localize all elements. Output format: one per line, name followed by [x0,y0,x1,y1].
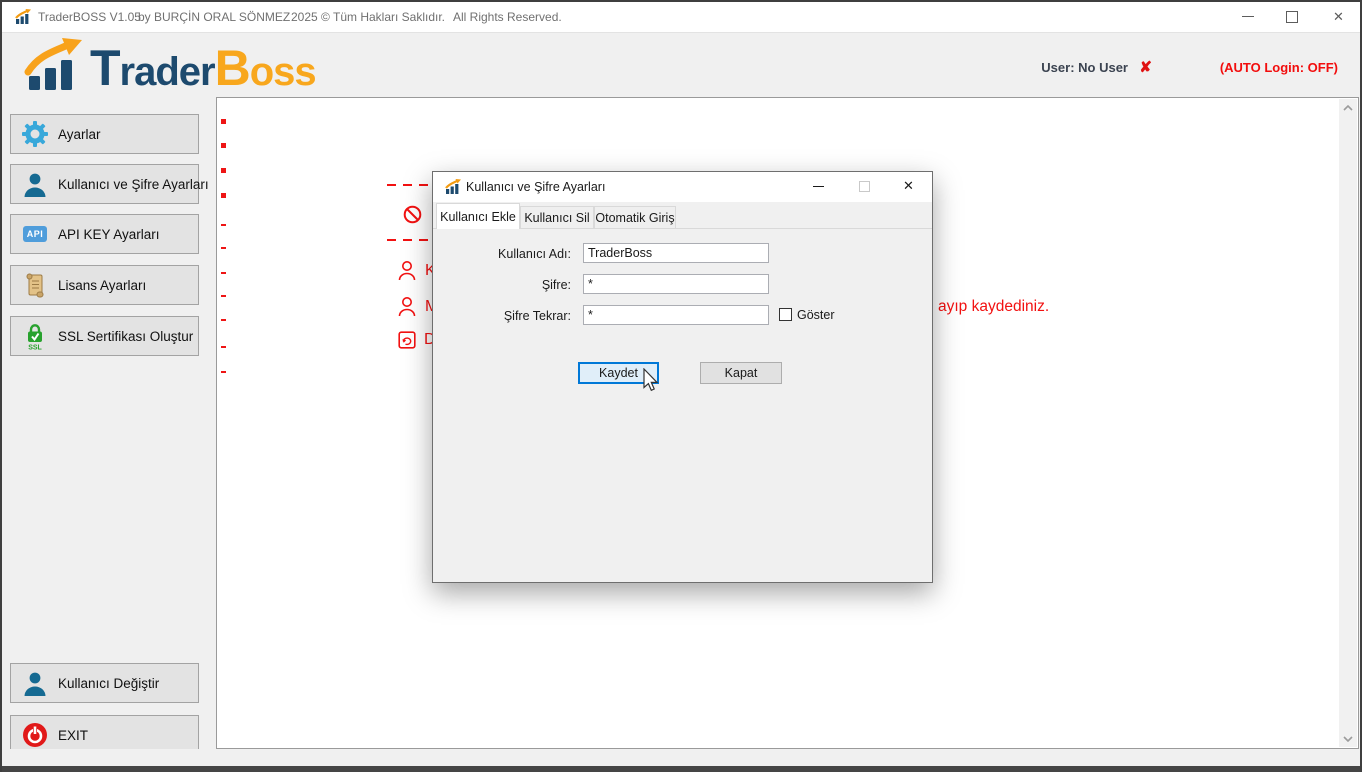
app-header: TraderBoss User: No User ✘ (AUTO Login: … [2,33,1360,97]
app-logo-wordmark: TraderBoss [90,39,316,97]
auto-login-status: (AUTO Login: OFF) [1220,60,1338,75]
dialog-titlebar[interactable]: Kullanıcı ve Şifre Ayarları ✕ [433,172,932,202]
sidebar-item-kullanici-sifre[interactable]: Kullanıcı ve Şifre Ayarları [10,164,199,204]
sidebar-item-label: Kullanıcı Değiştir [58,676,159,691]
show-password-label: Göster [797,308,835,322]
window-minimize-button[interactable] [1226,2,1271,32]
warning-row-blocked [403,205,430,224]
app-window: TraderBOSS V1.05 by BURÇİN ORAL SÖNMEZ 2… [0,0,1362,772]
titlebar-byline: by BURÇİN ORAL SÖNMEZ [138,10,290,24]
dialog-close-button[interactable]: ✕ [889,172,929,202]
app-logo-icon [24,38,86,94]
gear-icon [20,121,50,147]
warning-row-d: D [398,331,436,349]
password-input[interactable] [583,274,769,294]
sidebar-item-label: EXIT [58,728,88,743]
app-logo-mini-icon [15,9,32,25]
titlebar-copyright: 2025 © Tüm Hakları Saklıdır. [291,10,445,24]
sidebar-item-ayarlar[interactable]: Ayarlar [10,114,199,154]
api-key-icon: API [20,226,50,242]
dialog-minimize-button[interactable] [799,172,839,202]
window-titlebar: TraderBOSS V1.05 by BURÇİN ORAL SÖNMEZ 2… [2,2,1360,33]
auto-login-off-icon: ✘ [1139,58,1152,76]
minimize-icon [1242,16,1254,17]
dialog-title: Kullanıcı ve Şifre Ayarları [466,180,605,194]
user-icon [20,172,50,197]
license-scroll-icon [20,272,50,298]
password-repeat-label: Şifre Tekrar: [451,309,571,323]
window-bottom-edge [2,766,1360,772]
refresh-box-icon [398,331,416,349]
sidebar-item-label: Lisans Ayarları [58,278,146,293]
dialog-logo-icon [445,179,462,195]
sidebar-item-kullanici-degistir[interactable]: Kullanıcı Değiştir [10,663,199,703]
tab-kullanici-sil[interactable]: Kullanıcı Sil [520,206,594,229]
app-title: TraderBOSS V1.05 [38,10,141,24]
warning-row-k: K [397,260,436,281]
user-password-dialog: Kullanıcı ve Şifre Ayarları ✕ Kullanıcı … [432,171,933,583]
password-label: Şifre: [451,278,571,292]
user-status-label: User: No User [1041,60,1128,75]
vertical-scrollbar[interactable] [1339,99,1357,747]
titlebar-rights: All Rights Reserved. [453,10,562,24]
tab-otomatik-giris[interactable]: Otomatik Giriş [594,206,676,229]
username-input[interactable] [583,243,769,263]
svg-text:SSL: SSL [28,344,42,350]
sidebar-item-label: Kullanıcı ve Şifre Ayarları [58,177,209,192]
show-password-checkbox[interactable] [779,308,792,321]
sidebar-item-label: Ayarlar [58,127,101,142]
scroll-down-icon[interactable] [1339,730,1357,747]
ssl-lock-icon: SSL [20,323,50,350]
username-label: Kullanıcı Adı: [451,247,571,261]
scroll-up-icon[interactable] [1339,99,1357,116]
minimize-icon [813,186,824,187]
password-repeat-input[interactable] [583,305,769,325]
maximize-icon [1286,11,1298,23]
window-close-button[interactable]: ✕ [1319,2,1362,32]
sidebar-item-api-key[interactable]: API API KEY Ayarları [10,214,199,254]
tab-kullanici-ekle[interactable]: Kullanıcı Ekle [436,203,520,229]
sidebar-item-label: SSL Sertifikası Oluştur [58,329,193,344]
mouse-cursor [643,368,659,392]
dialog-tabstrip: Kullanıcı Ekle Kullanıcı Sil Otomatik Gi… [433,202,932,229]
window-bottom-strip [2,749,1360,766]
user-outline-icon [397,296,417,317]
close-button[interactable]: Kapat [700,362,782,384]
warning-row-m-tail: ayıp kaydediniz. [938,298,1049,316]
close-icon: ✕ [1333,9,1344,25]
window-maximize-button[interactable] [1271,2,1316,32]
user-outline-icon [397,260,417,281]
user-icon [20,671,50,696]
power-icon [20,722,50,748]
sidebar-item-ssl[interactable]: SSL SSL Sertifikası Oluştur [10,316,199,356]
sidebar-item-lisans[interactable]: Lisans Ayarları [10,265,199,305]
maximize-icon [859,181,870,192]
dialog-maximize-button [845,172,885,202]
sidebar-item-label: API KEY Ayarları [58,227,160,242]
close-icon: ✕ [903,178,914,194]
prohibition-icon [403,205,422,224]
